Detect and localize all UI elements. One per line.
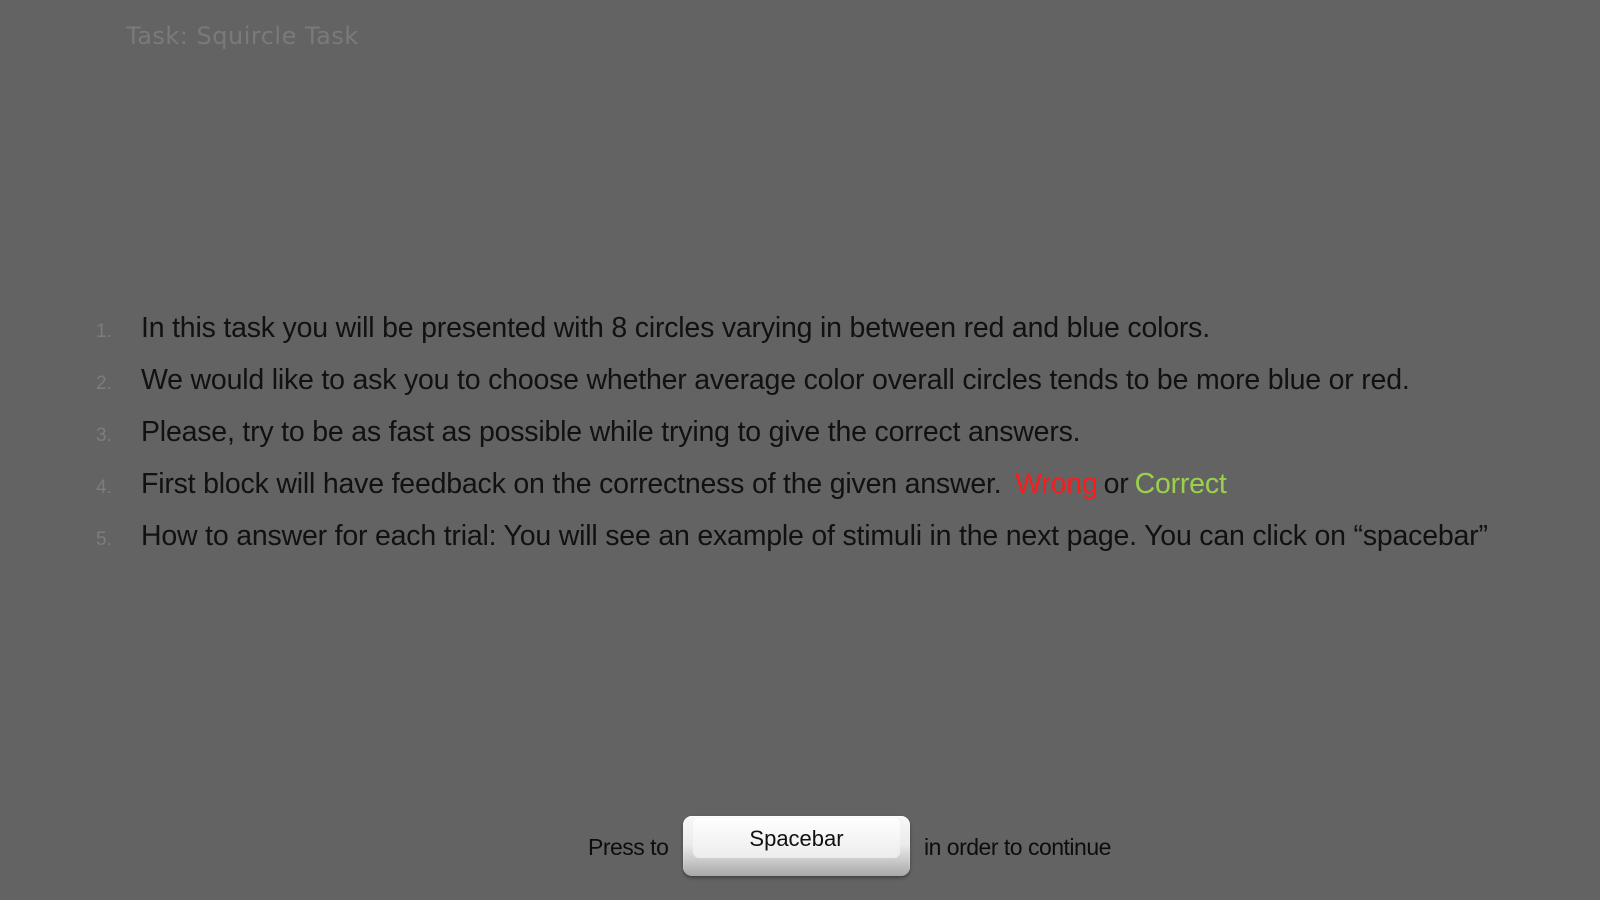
instruction-item: 3. Please, try to be as fast as possible… xyxy=(96,416,1576,468)
instruction-list: 1. In this task you will be presented wi… xyxy=(96,312,1576,572)
item-text-main: First block will have feedback on the co… xyxy=(141,468,1002,500)
instruction-item: 2. We would like to ask you to choose wh… xyxy=(96,364,1576,416)
item-number: 1. xyxy=(96,321,112,342)
item-number: 2. xyxy=(96,373,112,394)
or-word: or xyxy=(1103,468,1129,500)
instruction-item: 1. In this task you will be presented wi… xyxy=(96,312,1576,364)
item-text: Please, try to be as fast as possible wh… xyxy=(141,416,1081,448)
task-title: Task: Squircle Task xyxy=(126,22,359,50)
spacebar-key-label: Spacebar xyxy=(749,826,844,851)
item-text: How to answer for each trial: You will s… xyxy=(141,520,1488,552)
instruction-item: 4. First block will have feedback on the… xyxy=(96,468,1576,520)
continue-label: in order to continue xyxy=(924,834,1111,860)
correct-feedback-label: Correct xyxy=(1134,468,1227,500)
spacebar-key-button[interactable]: Spacebar xyxy=(683,816,910,876)
item-text: In this task you will be presented with … xyxy=(141,312,1210,344)
wrong-feedback-label: Wrong xyxy=(1015,468,1098,500)
item-number: 3. xyxy=(96,425,112,446)
item-number: 5. xyxy=(96,529,112,550)
item-text: First block will have feedback on the co… xyxy=(141,468,1227,501)
instruction-screen: Task: Squircle Task 1. In this task you … xyxy=(0,0,1600,900)
item-number: 4. xyxy=(96,477,112,498)
item-text: We would like to ask you to choose wheth… xyxy=(141,364,1410,396)
press-label: Press to xyxy=(588,834,669,860)
continue-prompt: Press to Spacebar in order to continue xyxy=(0,812,1600,878)
instruction-item: 5. How to answer for each trial: You wil… xyxy=(96,520,1576,572)
